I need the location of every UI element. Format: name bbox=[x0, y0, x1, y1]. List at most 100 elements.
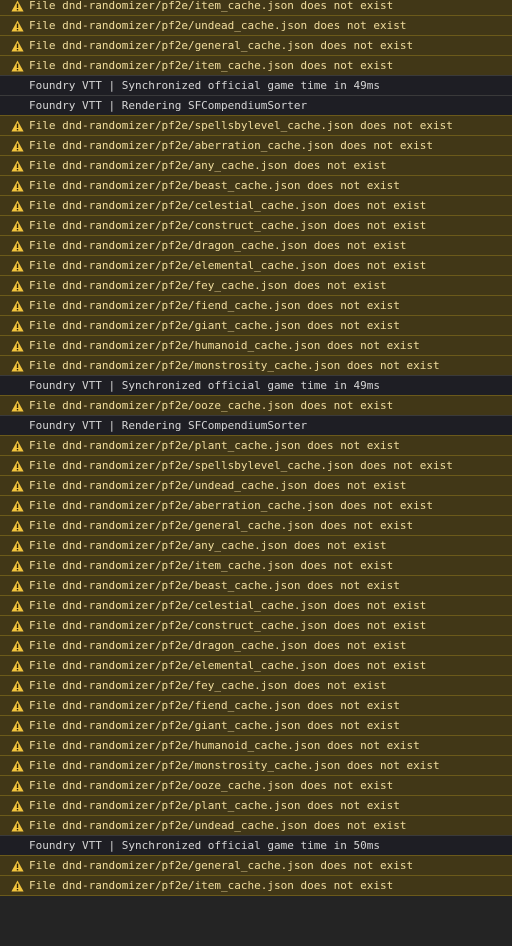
warning-triangle-icon bbox=[11, 520, 24, 532]
console-warning-message[interactable]: File dnd-randomizer/pf2e/fiend_cache.jso… bbox=[0, 695, 512, 715]
console-warning-message[interactable]: File dnd-randomizer/pf2e/giant_cache.jso… bbox=[0, 715, 512, 735]
console-warning-message[interactable]: File dnd-randomizer/pf2e/any_cache.json … bbox=[0, 535, 512, 555]
warning-triangle-icon bbox=[11, 200, 24, 212]
console-message-text: File dnd-randomizer/pf2e/undead_cache.js… bbox=[29, 479, 407, 492]
warning-triangle-icon bbox=[11, 220, 24, 232]
console-warning-message[interactable]: File dnd-randomizer/pf2e/any_cache.json … bbox=[0, 155, 512, 175]
console-warning-message[interactable]: File dnd-randomizer/pf2e/fiend_cache.jso… bbox=[0, 295, 512, 315]
warning-triangle-icon bbox=[11, 880, 24, 892]
console-warning-message[interactable]: File dnd-randomizer/pf2e/general_cache.j… bbox=[0, 855, 512, 875]
console-info-message[interactable]: Foundry VTT | Rendering SFCompendiumSort… bbox=[0, 95, 512, 115]
console-message-text: File dnd-randomizer/pf2e/plant_cache.jso… bbox=[29, 439, 400, 452]
console-message-text: File dnd-randomizer/pf2e/celestial_cache… bbox=[29, 199, 427, 212]
console-warning-message[interactable]: File dnd-randomizer/pf2e/aberration_cach… bbox=[0, 135, 512, 155]
console-message-text: File dnd-randomizer/pf2e/humanoid_cache.… bbox=[29, 339, 420, 352]
console-warning-message[interactable]: File dnd-randomizer/pf2e/beast_cache.jso… bbox=[0, 175, 512, 195]
console-message-text: File dnd-randomizer/pf2e/item_cache.json… bbox=[29, 0, 394, 12]
console-warning-message[interactable]: File dnd-randomizer/pf2e/undead_cache.js… bbox=[0, 475, 512, 495]
warning-triangle-icon bbox=[11, 560, 24, 572]
warning-triangle-icon bbox=[11, 760, 24, 772]
console-bottom-edge bbox=[0, 895, 512, 904]
warning-triangle-icon bbox=[11, 480, 24, 492]
warning-triangle-icon bbox=[11, 740, 24, 752]
warning-triangle-icon bbox=[11, 240, 24, 252]
console-message-text: File dnd-randomizer/pf2e/giant_cache.jso… bbox=[29, 319, 400, 332]
console-warning-message[interactable]: File dnd-randomizer/pf2e/humanoid_cache.… bbox=[0, 735, 512, 755]
console-message-text: File dnd-randomizer/pf2e/celestial_cache… bbox=[29, 599, 427, 612]
console-message-text: File dnd-randomizer/pf2e/fiend_cache.jso… bbox=[29, 299, 400, 312]
warning-triangle-icon bbox=[11, 780, 24, 792]
console-message-text: File dnd-randomizer/pf2e/plant_cache.jso… bbox=[29, 799, 400, 812]
warning-triangle-icon bbox=[11, 680, 24, 692]
console-message-text: File dnd-randomizer/pf2e/fiend_cache.jso… bbox=[29, 699, 400, 712]
warning-triangle-icon bbox=[11, 400, 24, 412]
console-warning-message[interactable]: File dnd-randomizer/pf2e/item_cache.json… bbox=[0, 0, 512, 15]
console-warning-message[interactable]: File dnd-randomizer/pf2e/general_cache.j… bbox=[0, 35, 512, 55]
console-warning-message[interactable]: File dnd-randomizer/pf2e/monstrosity_cac… bbox=[0, 355, 512, 375]
console-info-message[interactable]: Foundry VTT | Synchronized official game… bbox=[0, 835, 512, 855]
console-warning-message[interactable]: File dnd-randomizer/pf2e/construct_cache… bbox=[0, 615, 512, 635]
console-info-message[interactable]: Foundry VTT | Rendering SFCompendiumSort… bbox=[0, 415, 512, 435]
console-warning-message[interactable]: File dnd-randomizer/pf2e/fey_cache.json … bbox=[0, 275, 512, 295]
console-warning-message[interactable]: File dnd-randomizer/pf2e/beast_cache.jso… bbox=[0, 575, 512, 595]
console-message-text: File dnd-randomizer/pf2e/construct_cache… bbox=[29, 619, 427, 632]
warning-triangle-icon bbox=[11, 180, 24, 192]
console-warning-message[interactable]: File dnd-randomizer/pf2e/giant_cache.jso… bbox=[0, 315, 512, 335]
warning-triangle-icon bbox=[11, 280, 24, 292]
warning-triangle-icon bbox=[11, 60, 24, 72]
console-message-text: File dnd-randomizer/pf2e/dragon_cache.js… bbox=[29, 239, 407, 252]
warning-triangle-icon bbox=[11, 340, 24, 352]
warning-triangle-icon bbox=[11, 700, 24, 712]
warning-triangle-icon bbox=[11, 660, 24, 672]
warning-triangle-icon bbox=[11, 360, 24, 372]
warning-triangle-icon bbox=[11, 860, 24, 872]
console-warning-message[interactable]: File dnd-randomizer/pf2e/dragon_cache.js… bbox=[0, 235, 512, 255]
console-warning-message[interactable]: File dnd-randomizer/pf2e/plant_cache.jso… bbox=[0, 795, 512, 815]
console-warning-message[interactable]: File dnd-randomizer/pf2e/undead_cache.js… bbox=[0, 15, 512, 35]
warning-triangle-icon bbox=[11, 260, 24, 272]
console-message-text: File dnd-randomizer/pf2e/dragon_cache.js… bbox=[29, 639, 407, 652]
console-warning-message[interactable]: File dnd-randomizer/pf2e/monstrosity_cac… bbox=[0, 755, 512, 775]
console-message-text: File dnd-randomizer/pf2e/aberration_cach… bbox=[29, 139, 433, 152]
console-warning-message[interactable]: File dnd-randomizer/pf2e/general_cache.j… bbox=[0, 515, 512, 535]
console-warning-message[interactable]: File dnd-randomizer/pf2e/construct_cache… bbox=[0, 215, 512, 235]
console-warning-message[interactable]: File dnd-randomizer/pf2e/dragon_cache.js… bbox=[0, 635, 512, 655]
console-warning-message[interactable]: File dnd-randomizer/pf2e/ooze_cache.json… bbox=[0, 775, 512, 795]
console-message-text: File dnd-randomizer/pf2e/construct_cache… bbox=[29, 219, 427, 232]
console-message-text: File dnd-randomizer/pf2e/ooze_cache.json… bbox=[29, 399, 394, 412]
console-message-text: File dnd-randomizer/pf2e/fey_cache.json … bbox=[29, 279, 387, 292]
console-message-text: File dnd-randomizer/pf2e/beast_cache.jso… bbox=[29, 579, 400, 592]
console-message-text: File dnd-randomizer/pf2e/general_cache.j… bbox=[29, 859, 414, 872]
console-warning-message[interactable]: File dnd-randomizer/pf2e/celestial_cache… bbox=[0, 195, 512, 215]
console-warning-message[interactable]: File dnd-randomizer/pf2e/item_cache.json… bbox=[0, 875, 512, 895]
console-warning-message[interactable]: File dnd-randomizer/pf2e/spellsbylevel_c… bbox=[0, 115, 512, 135]
warning-triangle-icon bbox=[11, 440, 24, 452]
console-warning-message[interactable]: File dnd-randomizer/pf2e/plant_cache.jso… bbox=[0, 435, 512, 455]
warning-triangle-icon bbox=[11, 320, 24, 332]
console-warning-message[interactable]: File dnd-randomizer/pf2e/spellsbylevel_c… bbox=[0, 455, 512, 475]
console-message-text: File dnd-randomizer/pf2e/general_cache.j… bbox=[29, 39, 414, 52]
console-log: File dnd-randomizer/pf2e/item_cache.json… bbox=[0, 0, 512, 904]
warning-triangle-icon bbox=[11, 0, 24, 12]
console-warning-message[interactable]: File dnd-randomizer/pf2e/elemental_cache… bbox=[0, 655, 512, 675]
console-message-text: Foundry VTT | Synchronized official game… bbox=[29, 379, 380, 392]
warning-triangle-icon bbox=[11, 800, 24, 812]
warning-triangle-icon bbox=[11, 720, 24, 732]
console-warning-message[interactable]: File dnd-randomizer/pf2e/aberration_cach… bbox=[0, 495, 512, 515]
console-warning-message[interactable]: File dnd-randomizer/pf2e/elemental_cache… bbox=[0, 255, 512, 275]
console-message-text: File dnd-randomizer/pf2e/item_cache.json… bbox=[29, 879, 394, 892]
warning-triangle-icon bbox=[11, 40, 24, 52]
warning-triangle-icon bbox=[11, 500, 24, 512]
console-warning-message[interactable]: File dnd-randomizer/pf2e/celestial_cache… bbox=[0, 595, 512, 615]
console-info-message[interactable]: Foundry VTT | Synchronized official game… bbox=[0, 75, 512, 95]
console-message-text: File dnd-randomizer/pf2e/spellsbylevel_c… bbox=[29, 119, 453, 132]
console-warning-message[interactable]: File dnd-randomizer/pf2e/ooze_cache.json… bbox=[0, 395, 512, 415]
console-info-message[interactable]: Foundry VTT | Synchronized official game… bbox=[0, 375, 512, 395]
console-warning-message[interactable]: File dnd-randomizer/pf2e/fey_cache.json … bbox=[0, 675, 512, 695]
console-warning-message[interactable]: File dnd-randomizer/pf2e/undead_cache.js… bbox=[0, 815, 512, 835]
console-message-text: File dnd-randomizer/pf2e/monstrosity_cac… bbox=[29, 359, 440, 372]
warning-triangle-icon bbox=[11, 540, 24, 552]
console-warning-message[interactable]: File dnd-randomizer/pf2e/humanoid_cache.… bbox=[0, 335, 512, 355]
console-warning-message[interactable]: File dnd-randomizer/pf2e/item_cache.json… bbox=[0, 55, 512, 75]
console-warning-message[interactable]: File dnd-randomizer/pf2e/item_cache.json… bbox=[0, 555, 512, 575]
